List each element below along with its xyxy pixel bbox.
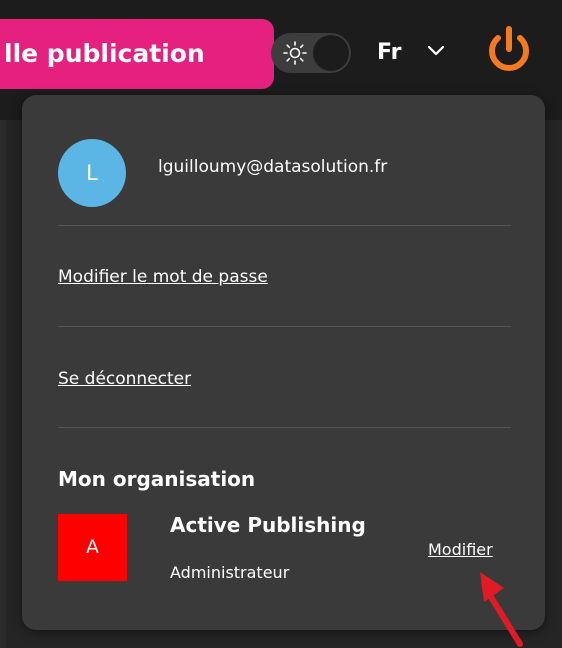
user-email: lguilloumy@datasolution.fr [158, 157, 388, 177]
toggle-knob [313, 35, 349, 71]
avatar: L [58, 139, 126, 207]
red-pointer-arrow-icon [480, 572, 523, 647]
account-dropdown: L lguilloumy@datasolution.fr Modifier le… [22, 95, 545, 630]
theme-toggle[interactable] [271, 33, 351, 73]
organisation-logo: A [58, 514, 127, 581]
organisation-role: Administrateur [170, 563, 290, 582]
organisation-logo-initial: A [86, 536, 99, 558]
divider [58, 427, 511, 428]
new-publication-button-label: lle publication [4, 39, 205, 68]
sun-icon [283, 41, 307, 65]
logout-link[interactable]: Se déconnecter [58, 367, 191, 391]
divider [58, 326, 511, 327]
new-publication-button[interactable]: lle publication [0, 19, 274, 89]
organisation-heading: Mon organisation [58, 467, 256, 491]
divider [58, 225, 511, 226]
avatar-initial: L [86, 161, 98, 185]
page-edge [0, 120, 6, 648]
language-label: Fr [377, 40, 402, 65]
organisation-name: Active Publishing [170, 513, 366, 537]
language-selector[interactable]: Fr [377, 37, 401, 69]
chevron-down-icon[interactable] [426, 44, 446, 58]
modify-organisation-link[interactable]: Modifier [428, 538, 493, 562]
change-password-link[interactable]: Modifier le mot de passe [58, 265, 268, 289]
power-icon[interactable] [486, 24, 532, 76]
